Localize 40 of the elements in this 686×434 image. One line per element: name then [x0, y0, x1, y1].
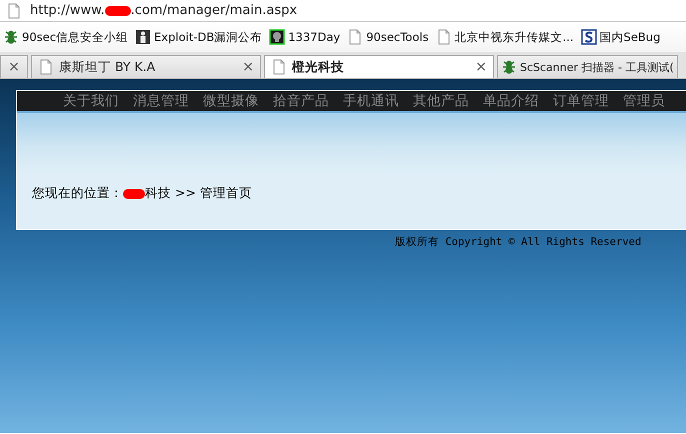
- bug-icon: [501, 59, 517, 75]
- close-icon[interactable]: ×: [8, 59, 20, 75]
- page-icon: [6, 2, 22, 18]
- tab-title: 康斯坦丁 BY K.A: [59, 58, 156, 76]
- nav-item[interactable]: 关于我们: [63, 92, 119, 110]
- breadcrumb-path: 科技 >> 管理首页: [145, 185, 252, 202]
- bookmark[interactable]: 1337Day: [269, 29, 340, 45]
- skull-icon: [269, 29, 286, 45]
- page-icon: [271, 59, 287, 75]
- browser-tab[interactable]: ScScanner 扫描器 - 工具测试(: [497, 55, 678, 78]
- nav-item[interactable]: 微型摄像: [203, 92, 259, 110]
- s-logo-icon: [580, 29, 597, 45]
- nav-item[interactable]: 消息管理: [133, 92, 189, 110]
- page-icon: [38, 59, 54, 75]
- browser-tab[interactable]: ×: [0, 55, 28, 78]
- nav-item[interactable]: 单品介绍: [483, 92, 539, 110]
- bookmark[interactable]: 国内SeBug: [580, 29, 660, 45]
- url-text: http://www.: [30, 3, 105, 18]
- copyright-text: 版权所有 Copyright © All Rights Reserved: [395, 235, 642, 249]
- person-icon: [135, 29, 152, 45]
- bookmark[interactable]: Exploit-DB漏洞公布: [135, 29, 262, 45]
- page-icon: [436, 29, 452, 45]
- tab-title: ScScanner 扫描器 - 工具测试(: [520, 60, 674, 74]
- browser-tab[interactable]: 康斯坦丁 BY K.A ×: [31, 55, 261, 78]
- breadcrumb-label: 您现在的位置：: [32, 185, 123, 202]
- nav-item[interactable]: 管理员: [623, 92, 665, 110]
- page-icon: [347, 29, 364, 45]
- close-icon[interactable]: ×: [475, 59, 487, 75]
- nav-item[interactable]: 手机通讯: [343, 92, 399, 110]
- close-icon[interactable]: ×: [242, 59, 254, 75]
- bookmark[interactable]: 北京中视东升传媒文...: [436, 29, 574, 45]
- nav-item[interactable]: 拾音产品: [273, 92, 329, 110]
- tab-title: 橙光科技: [292, 58, 345, 76]
- bookmark[interactable]: 90secTools: [347, 29, 429, 45]
- browser-tab[interactable]: 橙光科技 ×: [264, 55, 494, 78]
- bookmark[interactable]: 90sec信息安全小组: [3, 29, 128, 45]
- nav-item[interactable]: 其他产品: [413, 92, 469, 110]
- bug-icon: [3, 29, 19, 45]
- nav-item[interactable]: 订单管理: [553, 92, 609, 110]
- url-text: .com/manager/main.aspx: [130, 3, 298, 18]
